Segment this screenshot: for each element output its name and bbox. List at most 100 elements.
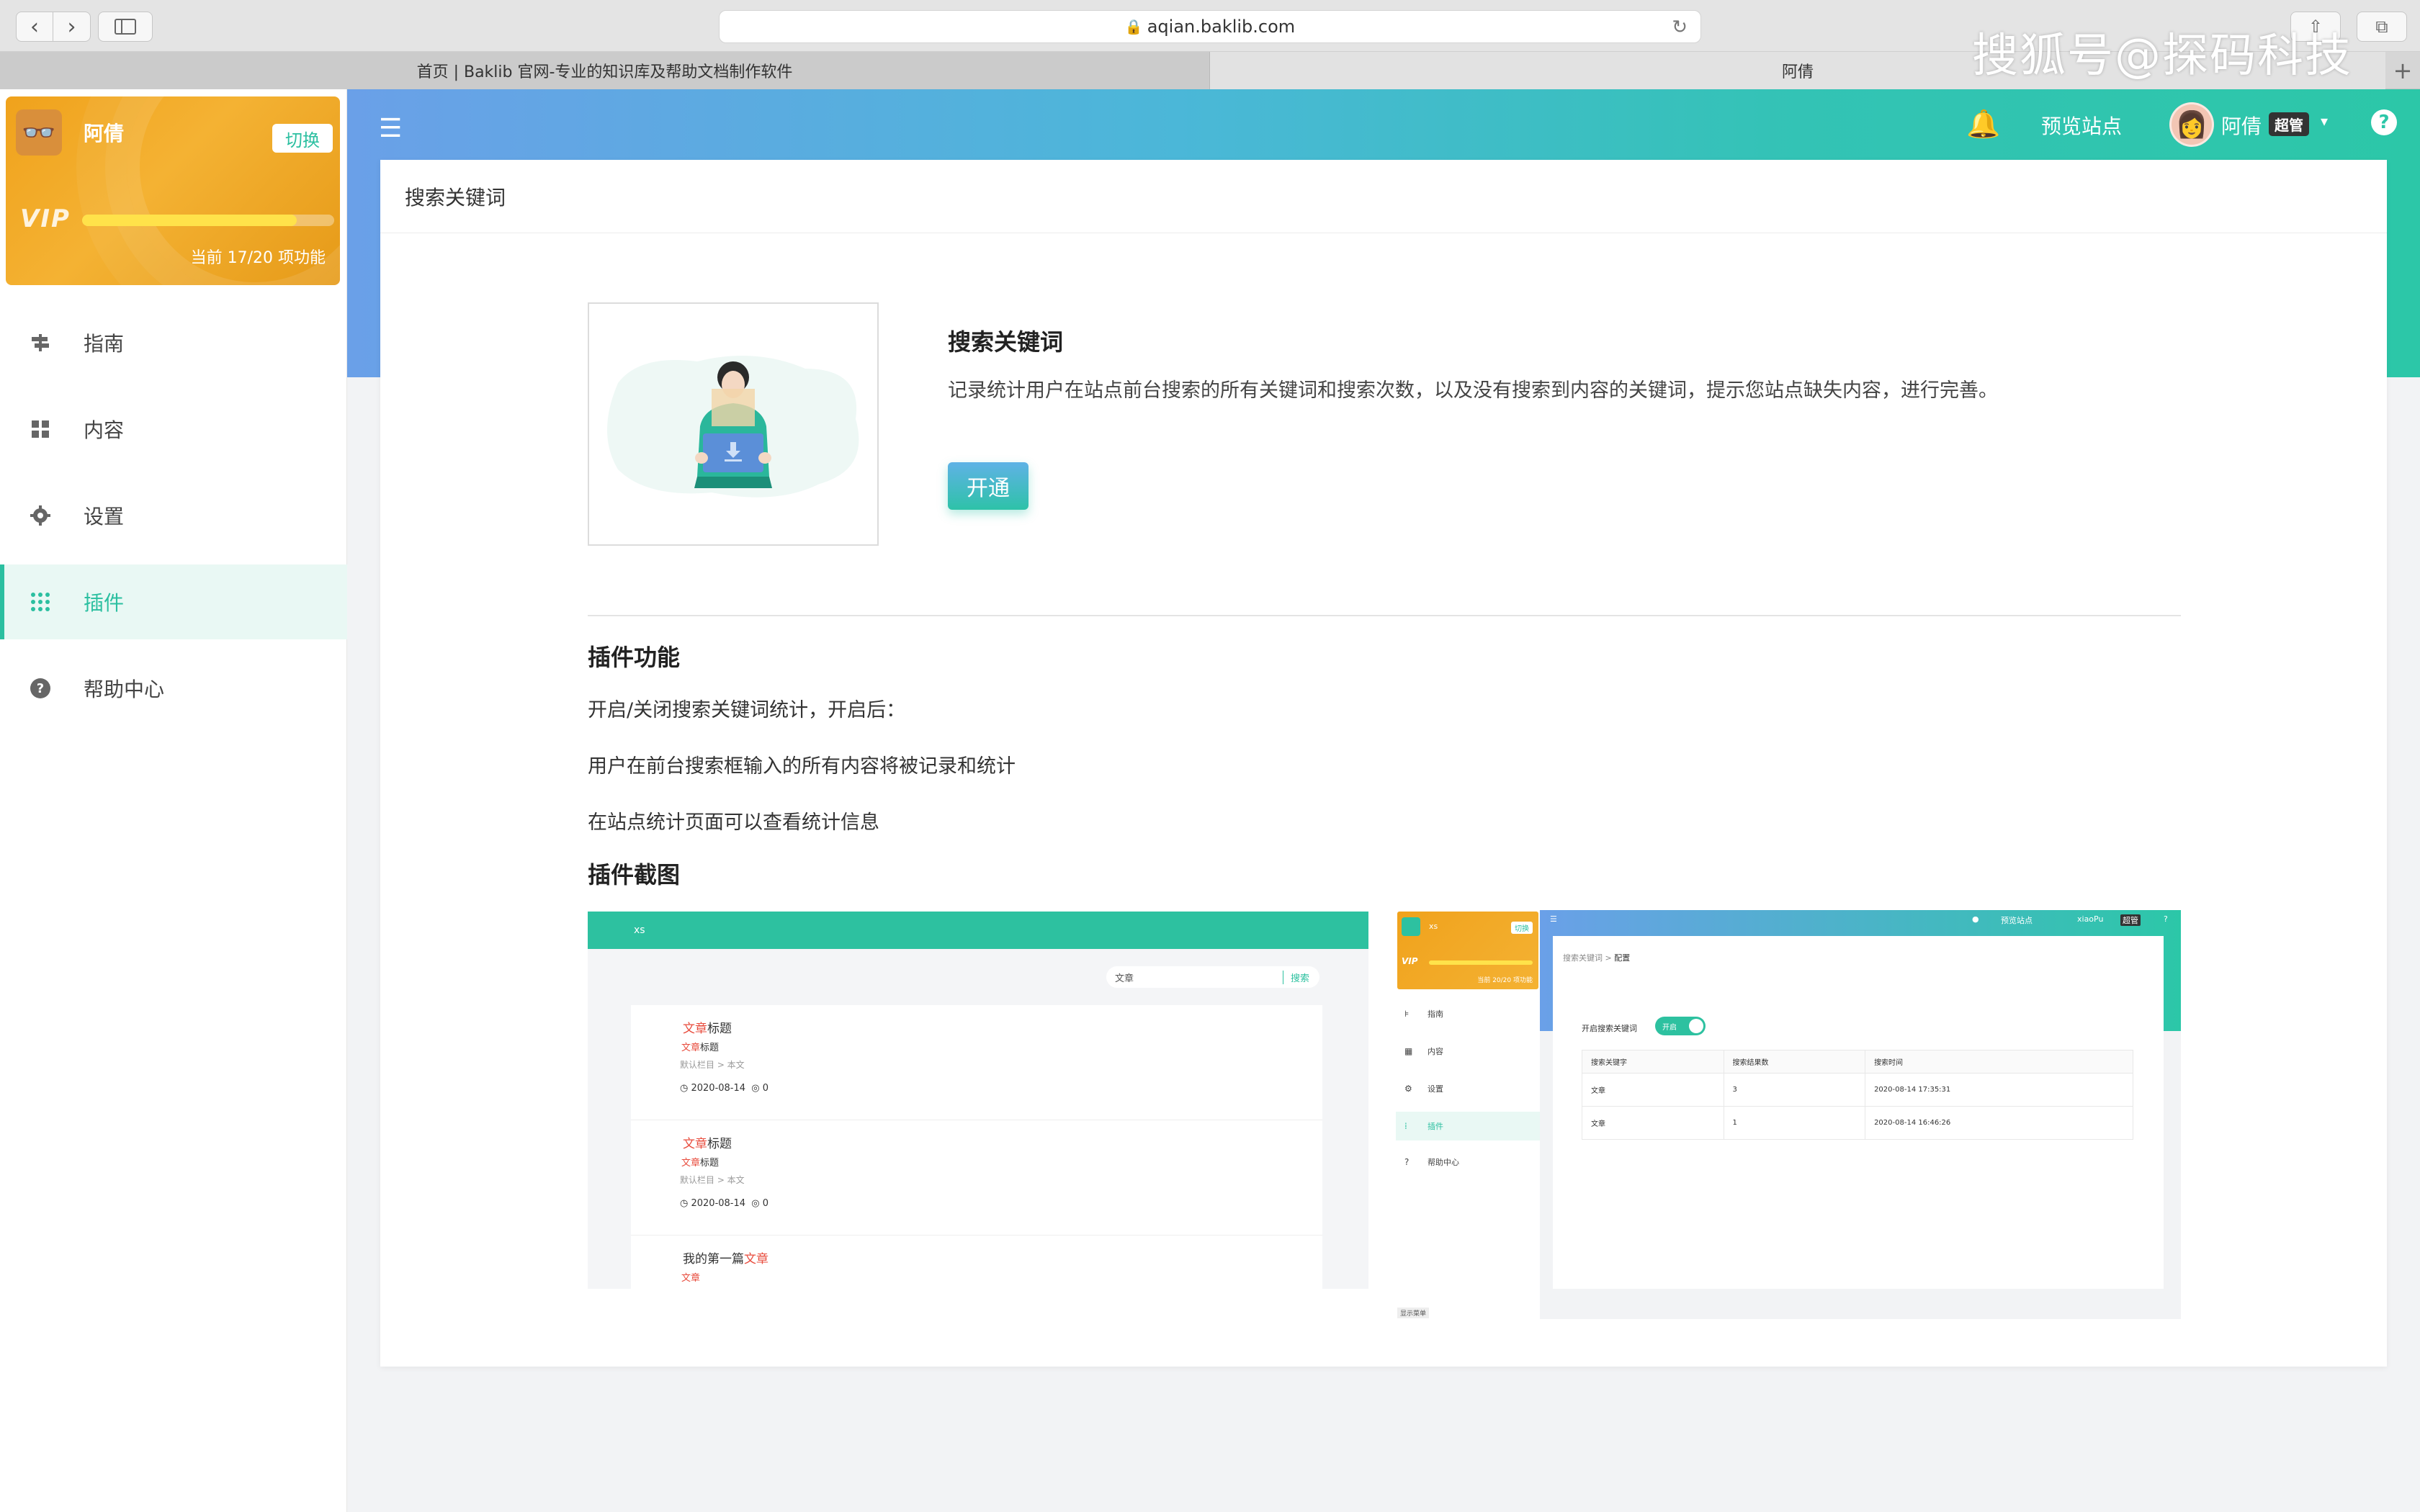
user-name[interactable]: 阿倩 [2221, 111, 2262, 140]
shot2-menu-item: ⁞ 插件 [1396, 1112, 1540, 1140]
user-avatar[interactable]: 👩 [2169, 102, 2214, 147]
sidebar-item-label: 插件 [84, 591, 125, 615]
shot2-bell-icon: ● [1972, 914, 1979, 924]
post-category: 默认栏目 > 本文 [680, 1175, 745, 1185]
sidebar-item-plugins[interactable]: 插件 [0, 564, 347, 639]
shot2-menu-item: ⚙ 设置 [1404, 1084, 1443, 1094]
back-icon[interactable]: ‹ [16, 12, 53, 42]
shot2-preview: 预览站点 [2001, 916, 2033, 925]
shot2-panel: 搜索关键词 > 配置 开启搜索关键词 开启 搜索关键字 搜索结果数 搜索时间 文章 3… [1553, 936, 2164, 1289]
table-header-row: 搜索关键字 搜索结果数 搜索时间 [1582, 1050, 2133, 1074]
shot2-user: xiaoPu [2077, 914, 2104, 924]
shot1-header: xs [588, 912, 1368, 949]
address-bar[interactable]: 🔒 aqian.baklib.com ↻ [719, 10, 1701, 43]
plugin-description: 记录统计用户在站点前台搜索的所有关键词和搜索次数，以及没有搜索到内容的关键词，提… [948, 379, 1998, 402]
chevron-down-icon[interactable]: ▾ [2321, 112, 2328, 130]
shot2-menu-item: ? 帮助中心 [1404, 1157, 1459, 1167]
shot2-vip-card: xs 切换 VIP 当前 20/20 项功能 [1397, 912, 1538, 989]
sidebar-item-guide[interactable]: 指南 [0, 305, 347, 380]
post-category: 默认栏目 > 本文 [680, 1060, 745, 1070]
shot1-search-button: 搜索 [1282, 970, 1309, 984]
table-row: 文章 3 2020-08-14 17:35:31 [1582, 1073, 2133, 1107]
shot2-menu-item: ▦ 内容 [1404, 1046, 1443, 1056]
shot1-result-list: 文章标题 文章标题 默认栏目 > 本文 ◷ 2020-08-14 ◎ 0 文章标… [631, 1005, 1322, 1289]
watermark: 搜狐号@探码科技 [1972, 30, 2352, 83]
plugin-screenshot-admin: xs 切换 VIP 当前 20/20 项功能 ⊧ 指南 ▦ 内容 ⚙ 设置 ⁞ 插件 ?… [1396, 910, 2181, 1319]
dots-grid-icon [29, 590, 52, 613]
shot2-vip-status: 当前 20/20 项功能 [1477, 977, 1533, 984]
shot2-avatar [1402, 917, 1420, 936]
switch-button[interactable]: 切换 [272, 124, 333, 153]
shot2-footer: 显示菜单 [1397, 1308, 1430, 1318]
sidebar-item-label: 指南 [84, 332, 125, 356]
site-avatar: 👓 [16, 109, 62, 156]
plugin-screenshot-frontend: xs 文章 搜索 文章标题 文章标题 默认栏目 > 本文 ◷ 2020-08-1… [588, 912, 1368, 1289]
sidebar-item-content[interactable]: 内容 [0, 392, 347, 467]
tab-overview-icon[interactable]: ⧉ [2357, 12, 2407, 42]
forward-icon[interactable]: › [53, 12, 91, 42]
post-title: 我的第一篇文章 [683, 1252, 768, 1266]
list-item: 我的第一篇文章 文章 [631, 1236, 1322, 1289]
shot2-toggle-label: 开启搜索关键词 [1582, 1024, 1637, 1033]
table-row: 文章 1 2020-08-14 16:46:26 [1582, 1106, 2133, 1140]
browser-sidebar-icon[interactable] [98, 12, 153, 42]
shot2-keyword-table: 搜索关键字 搜索结果数 搜索时间 文章 3 2020-08-14 17:35:31 文章… [1582, 1050, 2133, 1140]
reload-icon[interactable]: ↻ [1672, 17, 1688, 38]
shot2-menu-item: ⊧ 指南 [1404, 1009, 1443, 1019]
url-text: aqian.baklib.com [1147, 17, 1296, 37]
gear-icon [29, 504, 52, 527]
signpost-icon [29, 331, 52, 354]
menu-toggle-icon[interactable]: ☰ [379, 114, 402, 143]
shot2-site-name: xs [1429, 922, 1438, 931]
history-nav: ‹ › [16, 12, 91, 42]
list-item: 文章标题 文章标题 默认栏目 > 本文 ◷ 2020-08-14 ◎ 0 [631, 1120, 1322, 1236]
site-user-name: 阿倩 [84, 122, 125, 145]
plugin-illustration [588, 302, 879, 546]
browser-tab-1[interactable]: 首页 | Baklib 官网-专业的知识库及帮助文档制作软件 [0, 52, 1210, 89]
shot2-vip-logo: VIP [1402, 956, 1418, 966]
grid-icon [29, 418, 52, 441]
post-meta: ◷ 2020-08-14 ◎ 0 [680, 1083, 769, 1094]
sidebar-item-label: 内容 [84, 418, 125, 442]
new-tab-icon[interactable]: + [2385, 52, 2420, 89]
sidebar-item-label: 帮助中心 [84, 678, 165, 701]
post-summary: 文章 [681, 1273, 701, 1284]
sidebar-item-settings[interactable]: 设置 [0, 478, 347, 553]
shot1-search-box: 文章 搜索 [1106, 966, 1319, 988]
plugin-title: 搜索关键词 [948, 328, 1064, 356]
shot2-menu-icon: ☰ [1550, 914, 1557, 924]
plugin-panel: 搜索关键词 搜索关键词 记录统计用户在站点前台搜索的所有关键词和搜索次数，以及没… [380, 160, 2387, 1367]
shot2-breadcrumb: 搜索关键词 > 配置 [1563, 953, 1631, 963]
post-title: 文章标题 [683, 1022, 732, 1036]
sidebar-item-label: 设置 [84, 505, 125, 528]
help-icon[interactable]: ? [2371, 109, 2397, 135]
vip-progress-fill [82, 215, 297, 226]
panel-title: 搜索关键词 [380, 160, 2387, 233]
sidebar-item-help[interactable]: ? 帮助中心 [0, 651, 347, 726]
vip-status: 当前 17/20 项功能 [190, 249, 326, 267]
question-circle-icon: ? [29, 677, 52, 700]
shot1-search-value: 文章 [1115, 973, 1134, 984]
feature-line: 用户在前台搜索框输入的所有内容将被记录和统计 [588, 755, 1016, 778]
role-badge: 超管 [2269, 112, 2309, 136]
enable-plugin-button[interactable]: 开通 [948, 462, 1028, 510]
post-title: 文章标题 [683, 1137, 732, 1151]
sidebar: 👓 阿倩 切换 VIP 当前 17/20 项功能 指南 内容 设置 插件 ? 帮… [0, 89, 347, 1512]
preview-site-link[interactable]: 预览站点 [2041, 111, 2122, 140]
screenshots-title: 插件截图 [588, 861, 681, 888]
post-summary: 文章标题 [681, 1158, 720, 1169]
post-summary: 文章标题 [681, 1043, 720, 1053]
svg-text:?: ? [37, 681, 44, 696]
shot2-switch: 切换 [1511, 922, 1533, 934]
vip-logo: VIP [20, 204, 71, 233]
lock-icon: 🔒 [1124, 18, 1143, 35]
features-title: 插件功能 [588, 644, 681, 671]
divider [588, 615, 2181, 616]
bell-icon[interactable]: 🔔 [1966, 108, 2000, 140]
vip-card: 👓 阿倩 切换 VIP 当前 17/20 项功能 [6, 96, 340, 285]
shot2-vip-progress [1429, 960, 1533, 965]
sidebar-menu: 指南 内容 设置 插件 ? 帮助中心 [0, 305, 347, 737]
shot2-role: 超管 [2120, 914, 2141, 926]
post-meta: ◷ 2020-08-14 ◎ 0 [680, 1198, 769, 1209]
shot2-help-icon: ? [2164, 914, 2168, 924]
